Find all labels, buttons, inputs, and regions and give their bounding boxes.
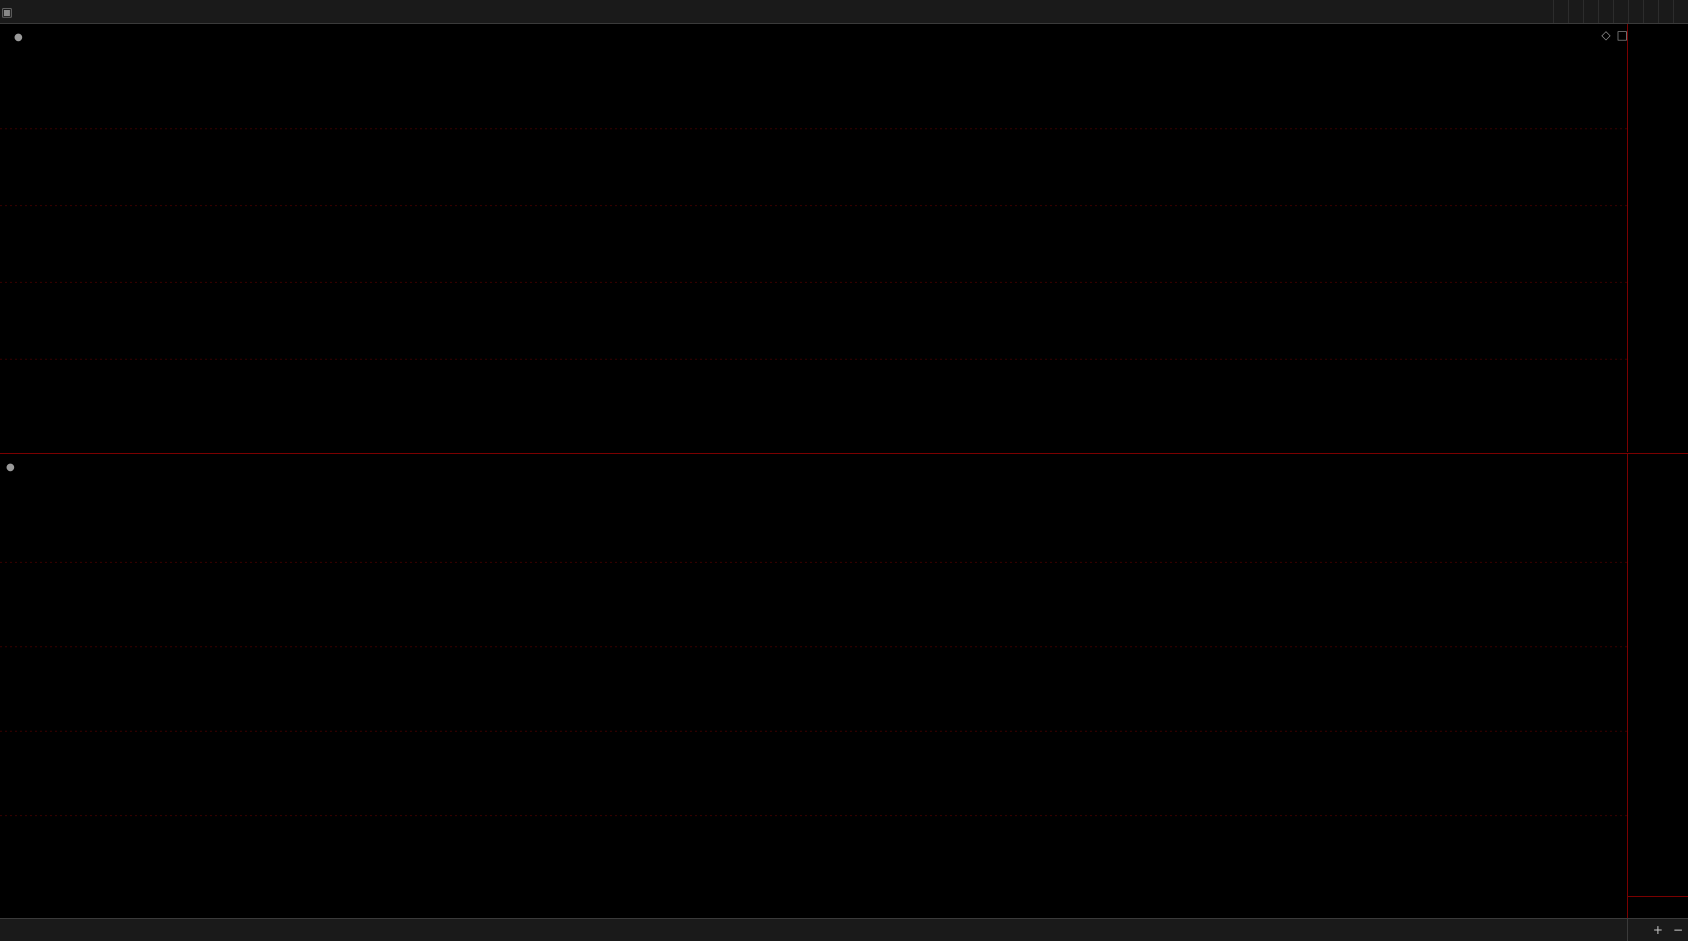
period-tab-8[interactable] xyxy=(112,0,126,23)
indicator-tab-18[interactable] xyxy=(170,919,180,941)
window-menu-icon[interactable]: ▣ xyxy=(0,5,14,19)
indicator-tab-7[interactable] xyxy=(60,919,70,941)
indicator-tab-10[interactable] xyxy=(90,919,100,941)
indicator-tabs xyxy=(0,919,1627,941)
indicator-axis xyxy=(1627,454,1688,918)
period-indicator xyxy=(1628,896,1688,917)
indicator-tab-6[interactable] xyxy=(50,919,60,941)
right-tab-2[interactable] xyxy=(1638,919,1648,941)
indicator-tab-9[interactable] xyxy=(80,919,90,941)
indicator-tab-19[interactable] xyxy=(180,919,190,941)
indicator-tab-14[interactable] xyxy=(130,919,140,941)
indicator-tab-1[interactable] xyxy=(0,919,10,941)
tool-button-4[interactable] xyxy=(1598,0,1613,23)
indicator-panel[interactable]: ● xyxy=(0,453,1688,918)
period-tab-7[interactable] xyxy=(98,0,112,23)
period-tab-6[interactable] xyxy=(84,0,98,23)
main-chart-panel[interactable]: ● ◇ □ xyxy=(0,24,1688,452)
tool-button-1[interactable] xyxy=(1553,0,1568,23)
indicator-tab-bar: + − xyxy=(0,918,1688,941)
main-panel-tools: ◇ □ xyxy=(1601,28,1628,42)
indicator-tab-15[interactable] xyxy=(140,919,150,941)
chart-template-toggle-icon[interactable]: ● xyxy=(14,32,23,43)
period-tab-5[interactable] xyxy=(70,0,84,23)
indicator-tab-2[interactable] xyxy=(10,919,20,941)
tool-button-9[interactable] xyxy=(1673,0,1688,23)
diamond-icon[interactable]: ◇ xyxy=(1601,28,1610,42)
add-panel-icon[interactable]: + xyxy=(1648,919,1668,941)
period-tab-11[interactable] xyxy=(154,0,168,23)
indicator-tab-11[interactable] xyxy=(100,919,110,941)
indicator-settings-tab[interactable] xyxy=(190,919,200,941)
price-chart[interactable] xyxy=(0,24,1628,452)
period-tab-2[interactable] xyxy=(28,0,42,23)
price-axis xyxy=(1627,24,1688,452)
chart-tools xyxy=(1553,0,1688,23)
remove-panel-icon[interactable]: − xyxy=(1668,919,1688,941)
indicator-tab-17[interactable] xyxy=(160,919,170,941)
tool-button-2[interactable] xyxy=(1568,0,1583,23)
period-tab-3[interactable] xyxy=(42,0,56,23)
period-tab-1[interactable] xyxy=(14,0,28,23)
period-tab-10[interactable] xyxy=(140,0,154,23)
indicator-tab-5[interactable] xyxy=(40,919,50,941)
tool-button-5[interactable] xyxy=(1613,0,1628,23)
indicator-tab-3[interactable] xyxy=(20,919,30,941)
indicator-toggle-icon[interactable]: ● xyxy=(6,462,15,473)
right-tab-1[interactable] xyxy=(1628,919,1638,941)
indicator-tab-8[interactable] xyxy=(70,919,80,941)
tool-button-8[interactable] xyxy=(1658,0,1673,23)
period-tabs xyxy=(14,0,1553,23)
indicator-legend: ● xyxy=(6,458,31,476)
period-toolbar: ▣ xyxy=(0,0,1688,24)
tool-button-6[interactable] xyxy=(1628,0,1643,23)
price-axis-ticks xyxy=(1628,24,1688,452)
period-tab-9[interactable] xyxy=(126,0,140,23)
indicator-tab-4[interactable] xyxy=(30,919,40,941)
indicator-tab-16[interactable] xyxy=(150,919,160,941)
main-chart-legend: ● xyxy=(6,28,63,46)
tool-button-3[interactable] xyxy=(1583,0,1598,23)
indicator-tab-12[interactable] xyxy=(110,919,120,941)
indicator-tab-13[interactable] xyxy=(120,919,130,941)
indicator-axis-ticks xyxy=(1628,454,1688,919)
tool-button-7[interactable] xyxy=(1643,0,1658,23)
bottom-right-tabs: + − xyxy=(1626,919,1688,941)
indicator-chart[interactable] xyxy=(0,454,1628,919)
period-tab-4[interactable] xyxy=(56,0,70,23)
